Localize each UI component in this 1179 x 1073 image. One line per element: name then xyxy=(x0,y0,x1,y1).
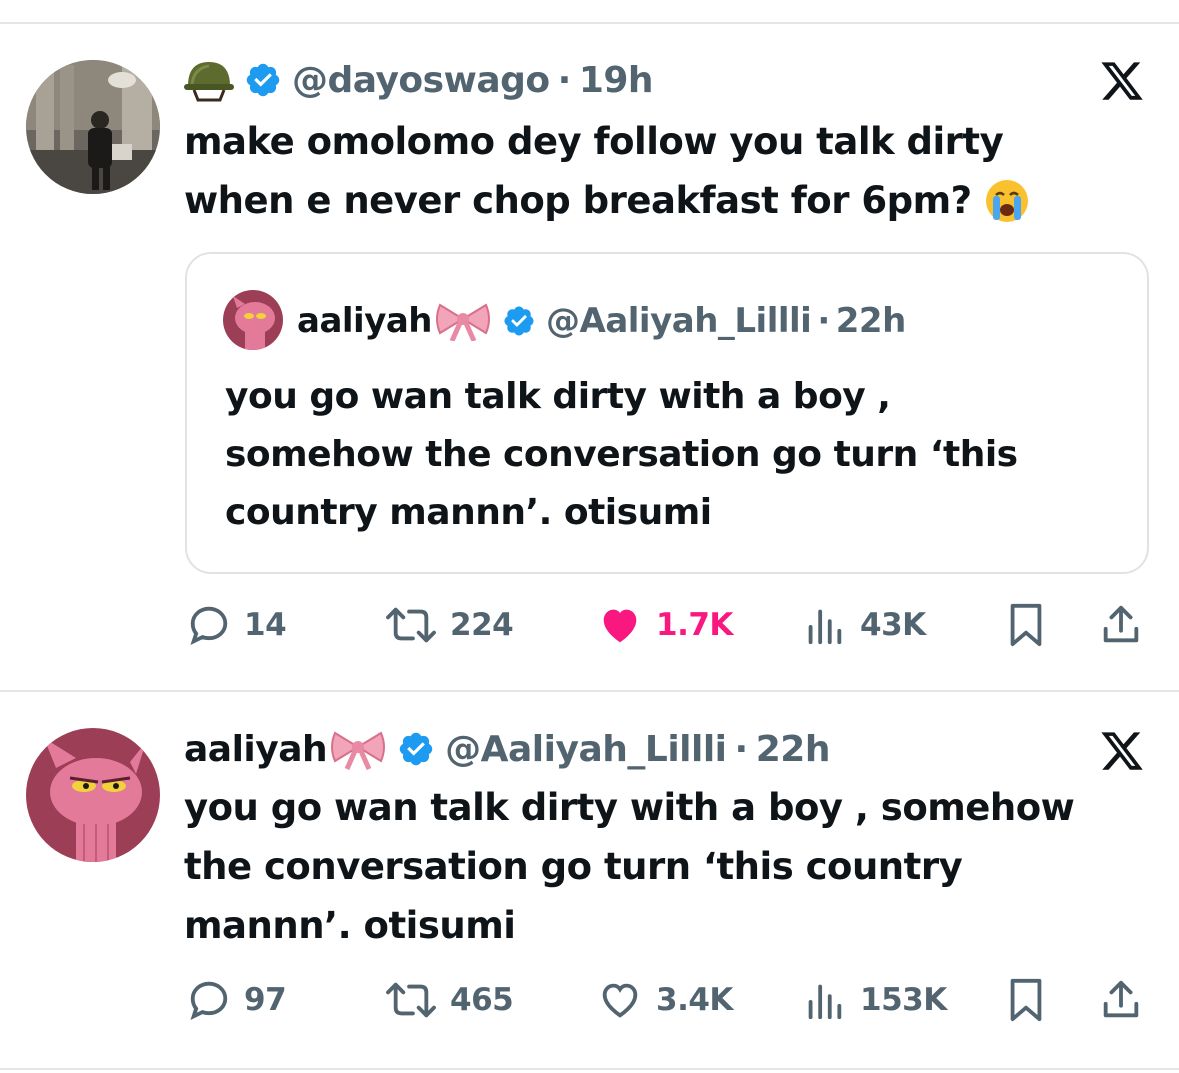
reply-button[interactable]: 14 xyxy=(186,600,287,650)
tweet-text: you go wan talk dirty with a boy , someh… xyxy=(184,778,1164,955)
avatar-aaliyah-quote[interactable] xyxy=(223,290,283,350)
quote-timestamp[interactable]: 22h xyxy=(836,301,907,341)
repost-button[interactable]: 224 xyxy=(384,600,514,650)
tweet-header: aaliyah @Aaliyah_Lillli · 22h xyxy=(184,724,830,774)
author-name[interactable]: aaliyah xyxy=(184,729,328,770)
bookmark-button[interactable] xyxy=(1006,600,1046,650)
tweet-text-line: mannn’. otisumi xyxy=(184,904,516,947)
bottom-divider xyxy=(0,1068,1179,1070)
tweet-text-line: make omolomo dey follow you talk dirty xyxy=(184,120,1004,163)
verified-badge-icon xyxy=(502,304,536,338)
views-icon xyxy=(808,984,842,1020)
quote-text-line: country mannn’. otisumi xyxy=(225,492,712,533)
tweet-text-line-2: when e never chop breakfast for 6pm? xyxy=(184,179,972,222)
quote-text: you go wan talk dirty with a boy , someh… xyxy=(225,368,1125,542)
heart-outline-icon xyxy=(602,983,638,1018)
x-logo-icon xyxy=(1099,58,1145,104)
tweet-header: @dayoswago · 19h xyxy=(184,55,654,105)
timestamp[interactable]: 22h xyxy=(756,729,831,770)
helmet-icon xyxy=(184,58,234,102)
quote-text-line: somehow the conversation go turn ‘this xyxy=(225,434,1018,475)
views-count: 153K xyxy=(860,982,947,1018)
reply-count: 14 xyxy=(244,607,287,643)
quote-text-line: you go wan talk dirty with a boy , xyxy=(225,376,891,417)
timestamp[interactable]: 19h xyxy=(579,60,654,101)
repost-count: 224 xyxy=(450,607,514,643)
verified-badge-icon xyxy=(244,61,282,99)
views-count: 43K xyxy=(860,607,926,643)
tweet-text-line: the conversation go turn ‘this country xyxy=(184,845,963,888)
quote-author-handle[interactable]: @Aaliyah_Lillli xyxy=(546,301,812,341)
author-handle[interactable]: @Aaliyah_Lillli xyxy=(445,729,727,770)
share-icon xyxy=(1103,980,1139,1018)
tweet-actions: 97 465 3.4K 153K xyxy=(0,975,1179,1025)
like-count: 1.7K xyxy=(656,607,733,643)
views-icon xyxy=(808,609,842,645)
quote-author-name[interactable]: aaliyah xyxy=(297,301,433,341)
like-button[interactable]: 1.7K xyxy=(596,600,733,650)
like-count: 3.4K xyxy=(656,982,733,1018)
separator-dot: · xyxy=(734,728,749,770)
quoted-tweet[interactable]: aaliyah @Aaliyah_Lillli · 22h you go wan… xyxy=(185,252,1149,574)
repost-count: 465 xyxy=(450,982,514,1018)
reply-count: 97 xyxy=(244,982,287,1018)
tweet-text-line: when e never chop breakfast for 6pm? xyxy=(184,171,1144,230)
views-button[interactable]: 153K xyxy=(800,975,947,1025)
tweet-actions: 14 224 1.7K 43K xyxy=(0,600,1179,650)
heart-filled-icon xyxy=(603,609,637,643)
separator-dot: · xyxy=(817,301,830,341)
like-button[interactable]: 3.4K xyxy=(596,975,733,1025)
avatar-dayoswago[interactable] xyxy=(26,60,160,194)
separator-dot: · xyxy=(557,59,572,101)
reply-icon xyxy=(190,606,228,645)
bookmark-icon xyxy=(1010,978,1042,1022)
tweet-text: make omolomo dey follow you talk dirty w… xyxy=(184,112,1144,230)
tweet-text-line: you go wan talk dirty with a boy , someh… xyxy=(184,786,1075,829)
bookmark-icon xyxy=(1010,603,1042,647)
tweet-aaliyah[interactable]: aaliyah @Aaliyah_Lillli · 22h you go wan… xyxy=(0,692,1179,1073)
x-logo-icon xyxy=(1099,728,1145,774)
share-button[interactable] xyxy=(1098,975,1144,1025)
repost-icon xyxy=(386,982,436,1018)
reply-icon xyxy=(190,981,228,1020)
share-button[interactable] xyxy=(1098,600,1144,650)
tweet-dayoswago[interactable]: @dayoswago · 19h make omolomo dey follow… xyxy=(0,0,1179,690)
pink-bow-icon xyxy=(329,728,387,770)
repost-button[interactable]: 465 xyxy=(384,975,514,1025)
quote-header: aaliyah @Aaliyah_Lillli · 22h xyxy=(297,296,906,346)
reply-button[interactable]: 97 xyxy=(186,975,287,1025)
share-icon xyxy=(1103,605,1139,643)
author-handle[interactable]: @dayoswago xyxy=(292,60,550,101)
verified-badge-icon xyxy=(397,730,435,768)
crying-face-icon xyxy=(984,178,1030,224)
views-button[interactable]: 43K xyxy=(800,600,926,650)
pink-bow-icon xyxy=(434,301,492,341)
repost-icon xyxy=(386,607,436,643)
bookmark-button[interactable] xyxy=(1006,975,1046,1025)
avatar-aaliyah[interactable] xyxy=(26,728,160,862)
